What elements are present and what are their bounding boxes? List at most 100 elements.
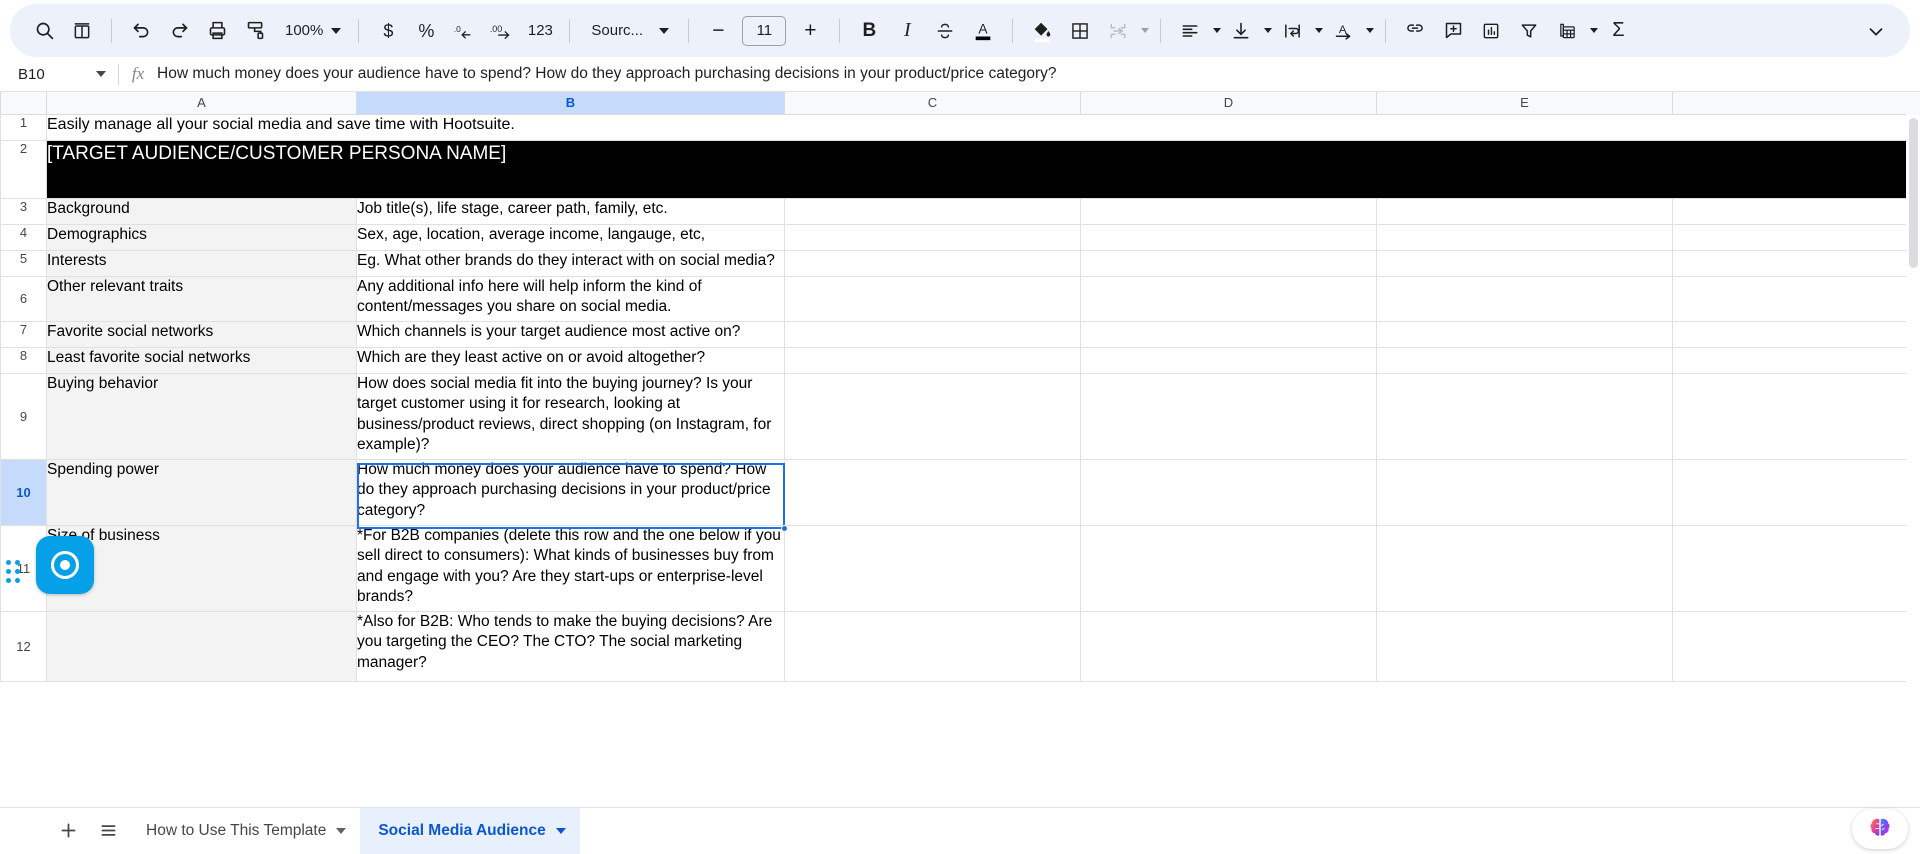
cell-b9[interactable]: How does social media fit into the buyin… [357, 373, 785, 459]
cell-b10[interactable]: How much money does your audience have t… [357, 459, 785, 525]
cell-d7[interactable] [1081, 321, 1377, 347]
insert-chart-icon[interactable] [1473, 13, 1509, 49]
create-filter-icon[interactable] [1511, 13, 1547, 49]
cell-d3[interactable] [1081, 198, 1377, 224]
cell-f7[interactable] [1673, 321, 1920, 347]
cell-d6[interactable] [1081, 276, 1377, 321]
row-header[interactable]: 7 [1, 321, 47, 347]
name-box[interactable]: B10 [0, 57, 118, 91]
cell-c3[interactable] [785, 198, 1081, 224]
redo-icon[interactable] [161, 13, 197, 49]
sheet-tab-social-media-audience[interactable]: Social Media Audience [360, 808, 579, 854]
cell-b11[interactable]: *For B2B companies (delete this row and … [357, 525, 785, 611]
print-icon[interactable] [199, 13, 235, 49]
column-header-c[interactable]: C [785, 92, 1081, 114]
vertical-scrollbar[interactable] [1906, 114, 1920, 842]
font-size-input[interactable]: 11 [742, 16, 786, 46]
cell-e12[interactable] [1377, 611, 1673, 681]
all-sheets-button[interactable] [88, 811, 128, 851]
cell-c8[interactable] [785, 347, 1081, 373]
cell-d5[interactable] [1081, 250, 1377, 276]
cell-f6[interactable] [1673, 276, 1920, 321]
text-wrap-icon[interactable] [1274, 13, 1310, 49]
cell-e11[interactable] [1377, 525, 1673, 611]
cell-a4[interactable]: Demographics [47, 224, 357, 250]
cell-d12[interactable] [1081, 611, 1377, 681]
cell-e9[interactable] [1377, 373, 1673, 459]
row-header[interactable]: 1 [1, 114, 47, 140]
cell-c11[interactable] [785, 525, 1081, 611]
row-header[interactable]: 2 [1, 140, 47, 198]
chevron-down-icon[interactable] [336, 828, 346, 834]
row-header[interactable]: 8 [1, 347, 47, 373]
insert-comment-icon[interactable] [1435, 13, 1471, 49]
scrollbar-thumb[interactable] [1909, 118, 1918, 268]
cell-f9[interactable] [1673, 373, 1920, 459]
cell-c7[interactable] [785, 321, 1081, 347]
select-all-corner[interactable] [1, 92, 47, 114]
cell-a8[interactable]: Least favorite social networks [47, 347, 357, 373]
cell-b7[interactable]: Which channels is your target audience m… [357, 321, 785, 347]
decrease-decimal-button[interactable]: .0 [446, 13, 482, 49]
text-rotation-icon[interactable]: A [1325, 13, 1361, 49]
increase-decimal-button[interactable]: .00 [484, 13, 520, 49]
column-header-d[interactable]: D [1081, 92, 1377, 114]
cell-d11[interactable] [1081, 525, 1377, 611]
cell-b8[interactable]: Which are they least active on or avoid … [357, 347, 785, 373]
cell-f4[interactable] [1673, 224, 1920, 250]
cell-f8[interactable] [1673, 347, 1920, 373]
cell-c4[interactable] [785, 224, 1081, 250]
text-color-button[interactable]: A [965, 13, 1001, 49]
chevron-down-icon[interactable] [1366, 28, 1374, 33]
formula-input[interactable]: How much money does your audience have t… [157, 65, 1920, 83]
cell-a5[interactable]: Interests [47, 250, 357, 276]
cell-a2[interactable]: [TARGET AUDIENCE/CUSTOMER PERSONA NAME] [47, 140, 1920, 198]
cell-c9[interactable] [785, 373, 1081, 459]
percent-format-button[interactable]: % [408, 13, 444, 49]
cell-e3[interactable] [1377, 198, 1673, 224]
search-icon[interactable] [26, 13, 62, 49]
ai-assistant-icon[interactable] [1852, 809, 1908, 849]
cell-c5[interactable] [785, 250, 1081, 276]
fill-handle[interactable] [781, 525, 788, 532]
row-header-selected[interactable]: 10 [1, 459, 47, 525]
chevron-down-icon[interactable] [1264, 28, 1272, 33]
cell-a10[interactable]: Spending power [47, 459, 357, 525]
add-sheet-button[interactable] [48, 811, 88, 851]
cell-e8[interactable] [1377, 347, 1673, 373]
paint-format-icon[interactable] [237, 13, 273, 49]
column-header-f[interactable] [1673, 92, 1920, 114]
increase-font-size-button[interactable]: + [792, 13, 828, 49]
row-header[interactable]: 6 [1, 276, 47, 321]
cell-d8[interactable] [1081, 347, 1377, 373]
column-header-a[interactable]: A [47, 92, 357, 114]
cell-a9[interactable]: Buying behavior [47, 373, 357, 459]
number-format-button[interactable]: 123 [522, 13, 558, 49]
chevron-down-icon[interactable] [556, 828, 566, 834]
bold-button[interactable]: B [851, 13, 887, 49]
row-header[interactable]: 3 [1, 198, 47, 224]
record-button[interactable] [36, 536, 94, 594]
italic-button[interactable]: I [889, 13, 925, 49]
cell-f5[interactable] [1673, 250, 1920, 276]
cell-b4[interactable]: Sex, age, location, average income, lang… [357, 224, 785, 250]
sheet-tab-how-to-use-this-template[interactable]: How to Use This Template [128, 808, 360, 854]
cell-d9[interactable] [1081, 373, 1377, 459]
cell-f11[interactable] [1673, 525, 1920, 611]
cell-b5[interactable]: Eg. What other brands do they interact w… [357, 250, 785, 276]
row-header[interactable]: 12 [1, 611, 47, 681]
row-header[interactable]: 5 [1, 250, 47, 276]
cell-a12[interactable] [47, 611, 357, 681]
chevron-down-icon[interactable] [1590, 28, 1598, 33]
font-family-selector[interactable]: Sourc... [581, 13, 677, 49]
chevron-down-icon[interactable] [1213, 28, 1221, 33]
zoom-selector[interactable]: 100% [275, 13, 347, 49]
cell-f3[interactable] [1673, 198, 1920, 224]
sum-button[interactable]: Σ [1600, 13, 1636, 49]
merge-cells-icon[interactable] [1100, 13, 1136, 49]
chevron-down-icon[interactable] [1315, 28, 1323, 33]
functions-icon[interactable] [1549, 13, 1585, 49]
cell-c12[interactable] [785, 611, 1081, 681]
cell-d4[interactable] [1081, 224, 1377, 250]
chevron-down-icon[interactable] [1141, 28, 1149, 33]
